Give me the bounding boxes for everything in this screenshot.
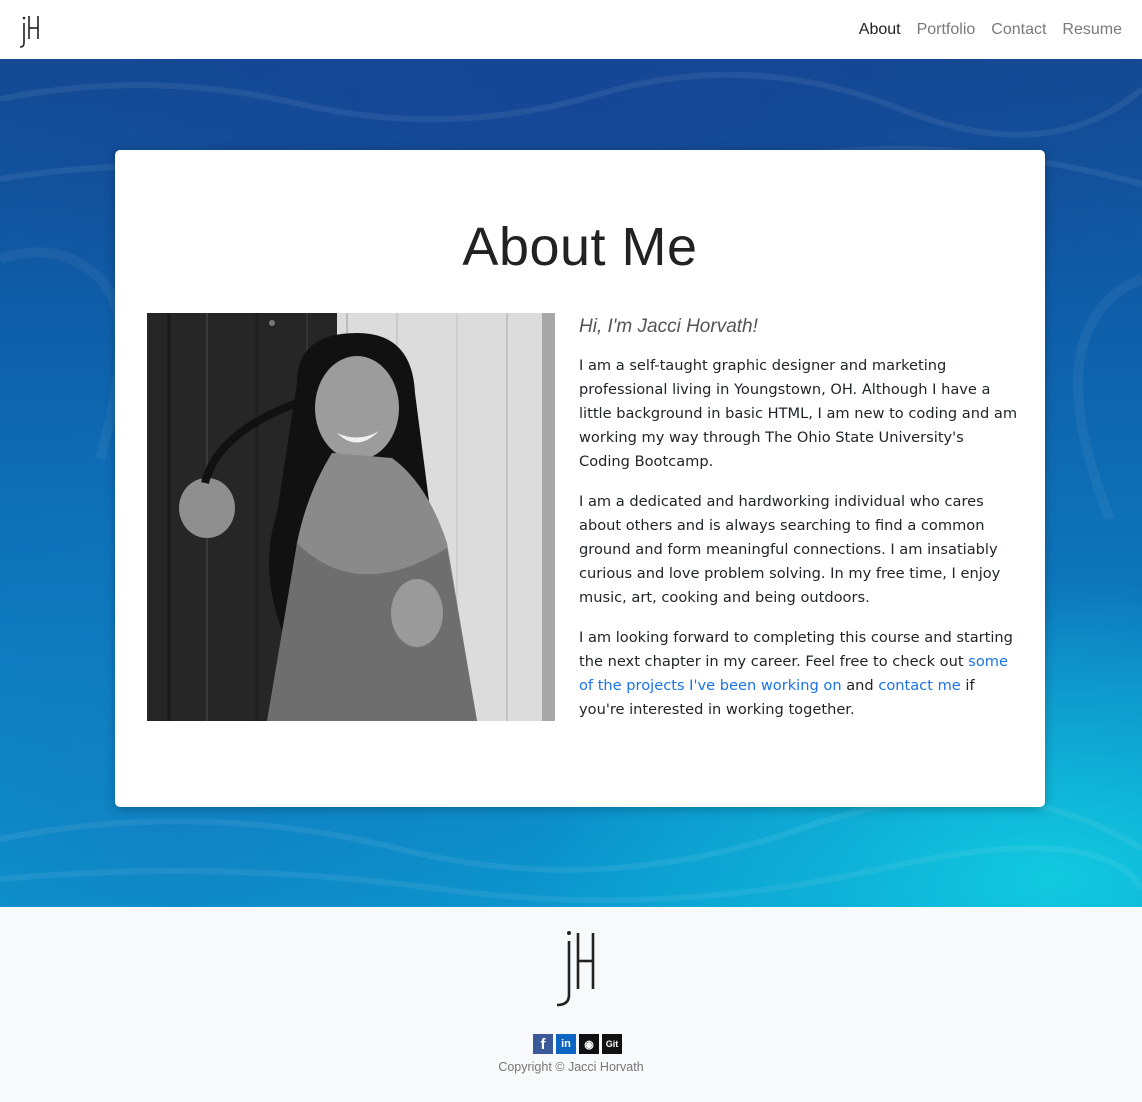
navbar: About Portfolio Contact Resume <box>0 0 1142 59</box>
brand-logo[interactable] <box>18 12 44 48</box>
linkedin-icon[interactable]: in <box>556 1034 576 1054</box>
main-nav: About Portfolio Contact Resume <box>851 0 1130 59</box>
profile-photo <box>147 313 555 721</box>
about-paragraph-3: I am looking forward to completing this … <box>579 626 1019 722</box>
hero-ocean-background: About Me Hi, I'm Jacci Horvath! I am a s… <box>0 59 1142 907</box>
nav-contact[interactable]: Contact <box>983 0 1054 59</box>
jh-logo-icon <box>19 15 39 48</box>
nav-portfolio[interactable]: Portfolio <box>909 0 984 59</box>
page-title: About Me <box>462 217 698 277</box>
portrait-image <box>147 313 555 721</box>
about-text: Hi, I'm Jacci Horvath! I am a self-taugh… <box>579 316 1019 738</box>
paragraph-3-part-2: and <box>841 677 879 694</box>
nav-resume[interactable]: Resume <box>1054 0 1130 59</box>
github-icon[interactable]: ◉ <box>579 1034 599 1054</box>
about-paragraph-1: I am a self-taught graphic designer and … <box>579 357 1018 470</box>
about-paragraph-2: I am a dedicated and hardworking individ… <box>579 493 1001 606</box>
greeting: Hi, I'm Jacci Horvath! <box>579 316 758 337</box>
social-links: f in ◉ Git <box>533 1034 622 1054</box>
footer: f in ◉ Git Copyright © Jacci Horvath <box>0 907 1142 1102</box>
git-icon[interactable]: Git <box>602 1034 622 1054</box>
contact-link[interactable]: contact me <box>878 677 960 694</box>
facebook-icon[interactable]: f <box>533 1034 553 1054</box>
nav-about[interactable]: About <box>851 0 909 59</box>
paragraph-3-part-1: I am looking forward to completing this … <box>579 629 1013 670</box>
footer-jh-logo-icon <box>556 931 595 1007</box>
about-card: About Me Hi, I'm Jacci Horvath! I am a s… <box>115 150 1045 807</box>
copyright-text: Copyright © Jacci Horvath <box>498 1060 644 1074</box>
